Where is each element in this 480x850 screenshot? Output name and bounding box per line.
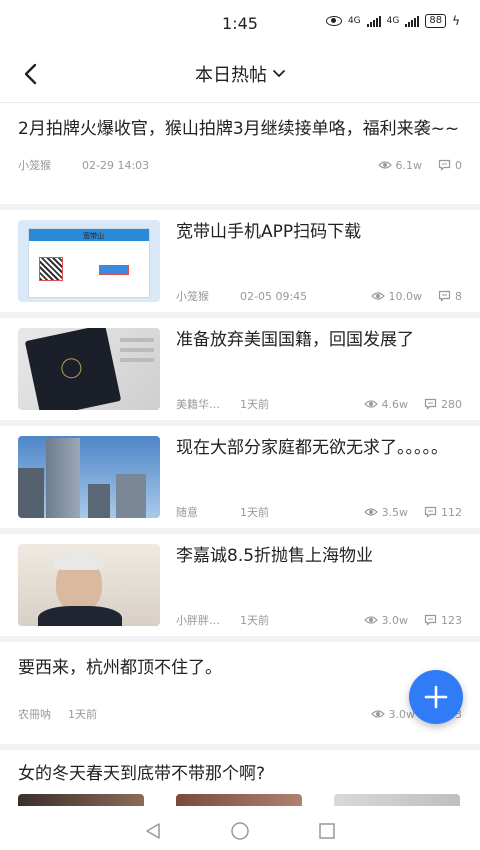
post-title: 要西来，杭州都顶不住了。 bbox=[18, 658, 222, 678]
comments-stat: 8 bbox=[438, 290, 462, 303]
views-count: 6.1w bbox=[395, 158, 423, 172]
comment-icon bbox=[424, 506, 437, 518]
post-item[interactable]: 2月拍牌火爆收官，猴山拍牌3月继续接单咯，福利来袭~~ 小笼猴 02-29 14… bbox=[0, 103, 480, 204]
comments-count: 123 bbox=[441, 613, 462, 627]
post-time: 1天前 bbox=[240, 506, 269, 519]
thumbnail-caption: 宽带山 bbox=[83, 232, 104, 240]
battery-level: 88 bbox=[425, 14, 447, 28]
post-thumbnails bbox=[18, 794, 462, 806]
comments-count: 112 bbox=[441, 505, 462, 519]
eye-icon bbox=[363, 400, 378, 408]
eye-icon bbox=[370, 292, 385, 300]
recents-square-icon[interactable] bbox=[318, 822, 336, 840]
plus-icon bbox=[424, 685, 448, 709]
post-title: 现在大部分家庭都无欲无求了。。。。。 bbox=[176, 438, 448, 458]
post-meta: 随意 1天前 3.5w 112 bbox=[176, 504, 462, 520]
status-icons: 4G 4G 88 ϟ bbox=[325, 14, 460, 28]
post-meta: 美籍华… 1天前 4.6w 280 bbox=[176, 396, 462, 412]
post-thumbnail bbox=[18, 794, 144, 806]
post-author: 小笼猴 bbox=[176, 290, 209, 303]
eye-icon bbox=[370, 710, 385, 718]
eye-icon bbox=[363, 508, 378, 516]
post-thumbnail bbox=[176, 794, 302, 806]
post-item[interactable]: 要西来，杭州都顶不住了。 农冊呐 1天前 3.0w 73 bbox=[0, 642, 480, 744]
eye-icon bbox=[325, 16, 342, 26]
views-stat: 4.6w bbox=[363, 397, 409, 411]
post-author: 农冊呐 bbox=[18, 708, 51, 721]
signal-icon-2 bbox=[405, 15, 420, 27]
title-dropdown[interactable]: 本日热帖 bbox=[195, 61, 285, 87]
post-time: 02-05 09:45 bbox=[240, 289, 308, 303]
post-feed: 2月拍牌火爆收官，猴山拍牌3月继续接单咯，福利来袭~~ 小笼猴 02-29 14… bbox=[0, 102, 480, 816]
chevron-left-icon bbox=[24, 63, 37, 85]
views-count: 3.0w bbox=[381, 613, 409, 627]
post-title: 李嘉诚8.5折抛售上海物业 bbox=[176, 546, 374, 566]
comments-stat: 0 bbox=[438, 159, 462, 172]
post-time: 1天前 bbox=[240, 614, 269, 627]
post-author: 小笼猴 bbox=[18, 159, 51, 172]
post-item[interactable]: 准备放弃美国国籍，回国发展了 美籍华… 1天前 4.6w 280 bbox=[0, 318, 480, 420]
post-author: 小胖胖… bbox=[176, 614, 220, 627]
post-item[interactable]: 女的冬天春天到底带不带那个啊? bbox=[0, 750, 480, 816]
post-time: 02-29 14:03 bbox=[82, 158, 150, 172]
system-nav-bar bbox=[0, 812, 480, 850]
post-thumbnail: 宽带山 bbox=[18, 220, 160, 302]
post-title: 2月拍牌火爆收官，猴山拍牌3月继续接单咯，福利来袭~~ bbox=[18, 119, 460, 139]
views-stat: 3.0w bbox=[363, 613, 409, 627]
post-thumbnail bbox=[18, 544, 160, 626]
post-meta: 小笼猴 02-29 14:03 6.1w 0 bbox=[18, 157, 462, 173]
post-item[interactable]: 宽带山 宽带山手机APP扫码下载 小笼猴 02-05 09:45 10.0w 8 bbox=[0, 210, 480, 312]
post-title: 女的冬天春天到底带不带那个啊? bbox=[18, 764, 266, 784]
comment-icon bbox=[424, 398, 437, 410]
network-type-1: 4G bbox=[347, 16, 361, 26]
charging-icon: ϟ bbox=[452, 14, 460, 28]
post-meta: 农冊呐 1天前 3.0w 73 bbox=[18, 706, 462, 722]
post-item[interactable]: 李嘉诚8.5折抛售上海物业 小胖胖… 1天前 3.0w 123 bbox=[0, 534, 480, 636]
post-time: 1天前 bbox=[240, 398, 269, 411]
views-stat: 3.5w bbox=[363, 505, 409, 519]
comments-stat: 123 bbox=[424, 614, 462, 627]
views-count: 3.5w bbox=[381, 505, 409, 519]
chevron-down-icon bbox=[273, 70, 285, 78]
views-count: 4.6w bbox=[381, 397, 409, 411]
status-time: 1:45 bbox=[222, 13, 258, 33]
add-post-button[interactable] bbox=[409, 670, 463, 724]
network-type-2: 4G bbox=[386, 16, 400, 26]
post-thumbnail bbox=[334, 794, 460, 806]
back-triangle-icon[interactable] bbox=[144, 822, 162, 840]
comments-count: 8 bbox=[455, 289, 462, 303]
eye-icon bbox=[377, 161, 392, 169]
comments-stat: 280 bbox=[424, 398, 462, 411]
comment-icon bbox=[438, 290, 451, 302]
eye-icon bbox=[363, 616, 378, 624]
views-stat: 10.0w bbox=[370, 289, 423, 303]
post-thumbnail bbox=[18, 328, 160, 410]
comments-count: 0 bbox=[455, 158, 462, 172]
post-time: 1天前 bbox=[68, 708, 97, 721]
comments-count: 280 bbox=[441, 397, 462, 411]
nav-bar: 本日热帖 bbox=[0, 46, 480, 102]
page-title: 本日热帖 bbox=[195, 65, 267, 86]
home-circle-icon[interactable] bbox=[230, 821, 250, 841]
back-button[interactable] bbox=[16, 60, 44, 88]
status-bar: 1:45 4G 4G 88 ϟ bbox=[0, 0, 480, 46]
post-author: 随意 bbox=[176, 506, 198, 519]
post-thumbnail bbox=[18, 436, 160, 518]
comment-icon bbox=[438, 159, 451, 171]
views-count: 10.0w bbox=[388, 289, 423, 303]
post-title: 准备放弃美国国籍，回国发展了 bbox=[176, 330, 414, 350]
post-meta: 小胖胖… 1天前 3.0w 123 bbox=[176, 612, 462, 628]
post-title: 宽带山手机APP扫码下载 bbox=[176, 222, 362, 242]
comment-icon bbox=[424, 614, 437, 626]
signal-icon bbox=[366, 15, 381, 27]
views-count: 3.0w bbox=[388, 707, 416, 721]
post-item[interactable]: 现在大部分家庭都无欲无求了。。。。。 随意 1天前 3.5w 112 bbox=[0, 426, 480, 528]
comments-stat: 112 bbox=[424, 506, 462, 519]
post-meta: 小笼猴 02-05 09:45 10.0w 8 bbox=[176, 288, 462, 304]
post-author: 美籍华… bbox=[176, 398, 220, 411]
views-stat: 3.0w bbox=[370, 707, 416, 721]
views-stat: 6.1w bbox=[377, 158, 423, 172]
